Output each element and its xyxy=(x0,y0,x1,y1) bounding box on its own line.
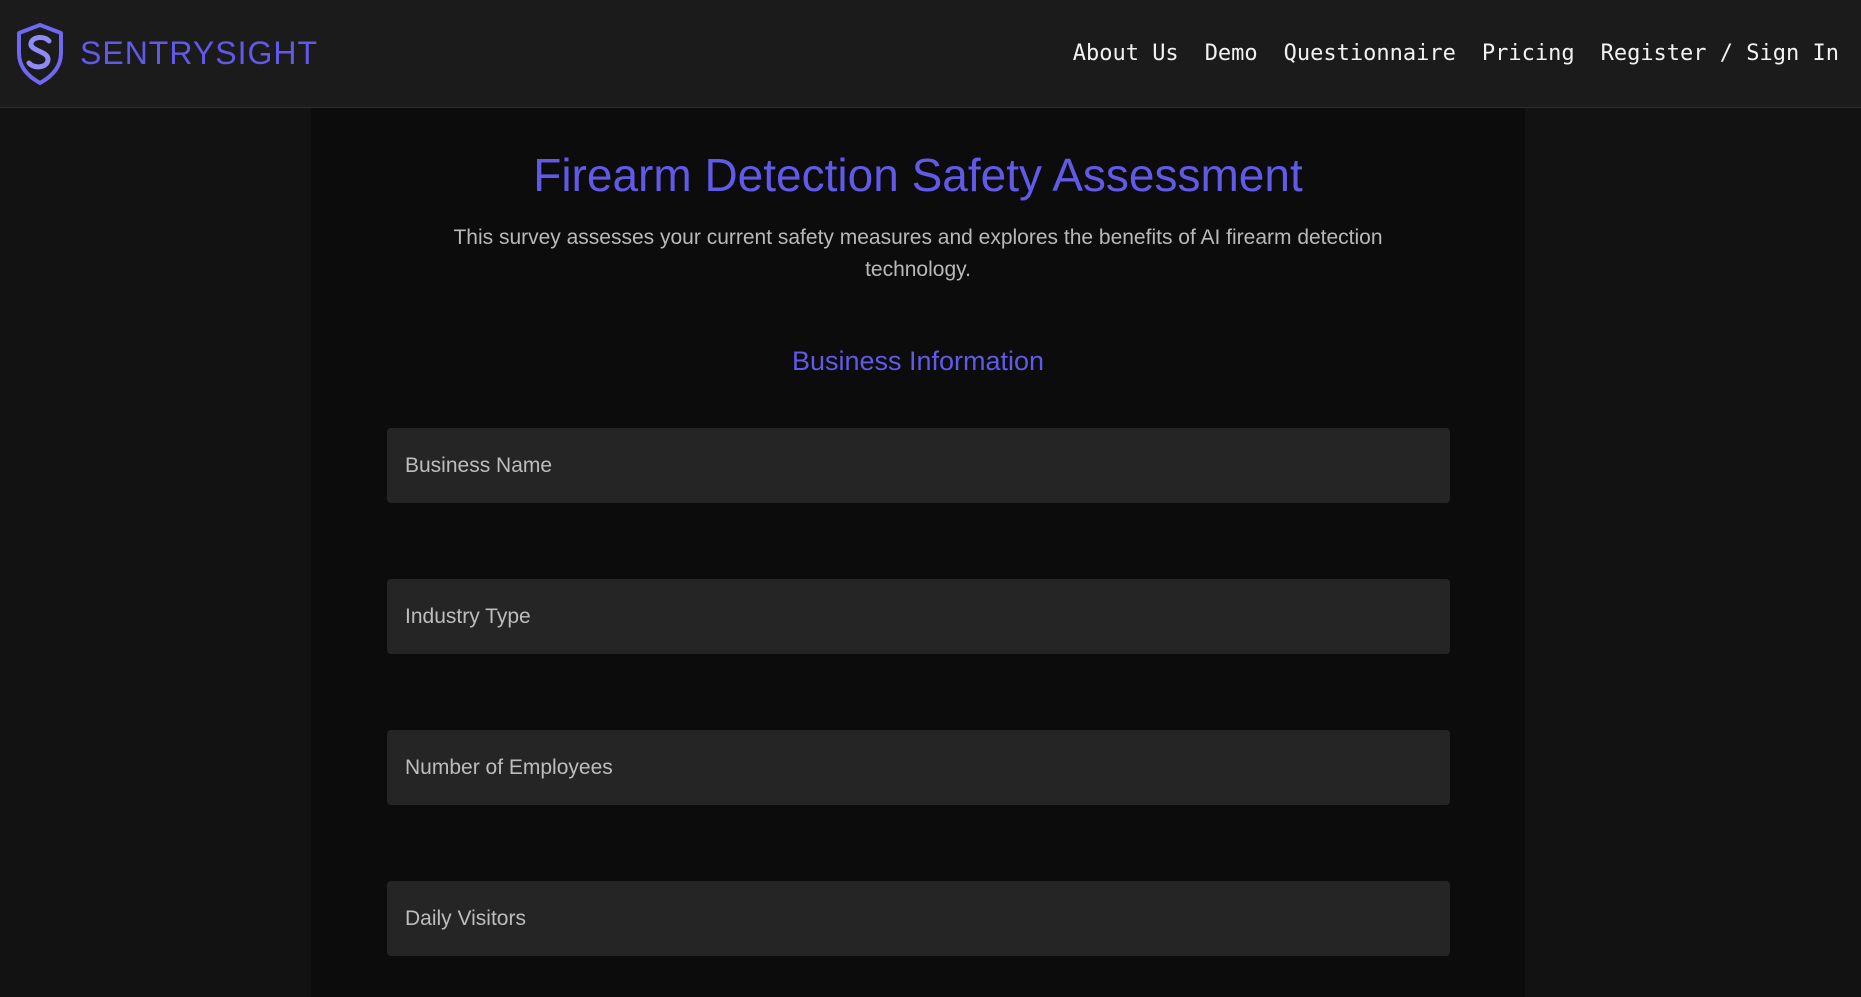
business-name-input[interactable] xyxy=(387,428,1450,503)
nav-about-us[interactable]: About Us xyxy=(1060,41,1192,66)
top-navbar: SENTRYSIGHT About Us Demo Questionnaire … xyxy=(0,0,1861,108)
page-subtitle: This survey assesses your current safety… xyxy=(453,226,1383,281)
questionnaire-panel: Firearm Detection Safety Assessment This… xyxy=(311,108,1525,997)
brand-name: SENTRYSIGHT xyxy=(80,35,318,71)
shield-s-logo-icon xyxy=(17,22,63,85)
nav-register-sign-in[interactable]: Register / Sign In xyxy=(1588,41,1839,66)
daily-visitors-input[interactable] xyxy=(387,881,1450,956)
nav-demo[interactable]: Demo xyxy=(1192,41,1271,66)
nav-pricing[interactable]: Pricing xyxy=(1469,41,1588,66)
industry-type-input[interactable] xyxy=(387,579,1450,654)
number-of-employees-input[interactable] xyxy=(387,730,1450,805)
page-title: Firearm Detection Safety Assessment xyxy=(533,149,1303,201)
main-nav: About Us Demo Questionnaire Pricing Regi… xyxy=(1060,41,1839,66)
brand-home-link[interactable]: SENTRYSIGHT xyxy=(14,22,318,86)
section-title-business-information: Business Information xyxy=(791,346,1045,376)
nav-questionnaire[interactable]: Questionnaire xyxy=(1271,41,1469,66)
